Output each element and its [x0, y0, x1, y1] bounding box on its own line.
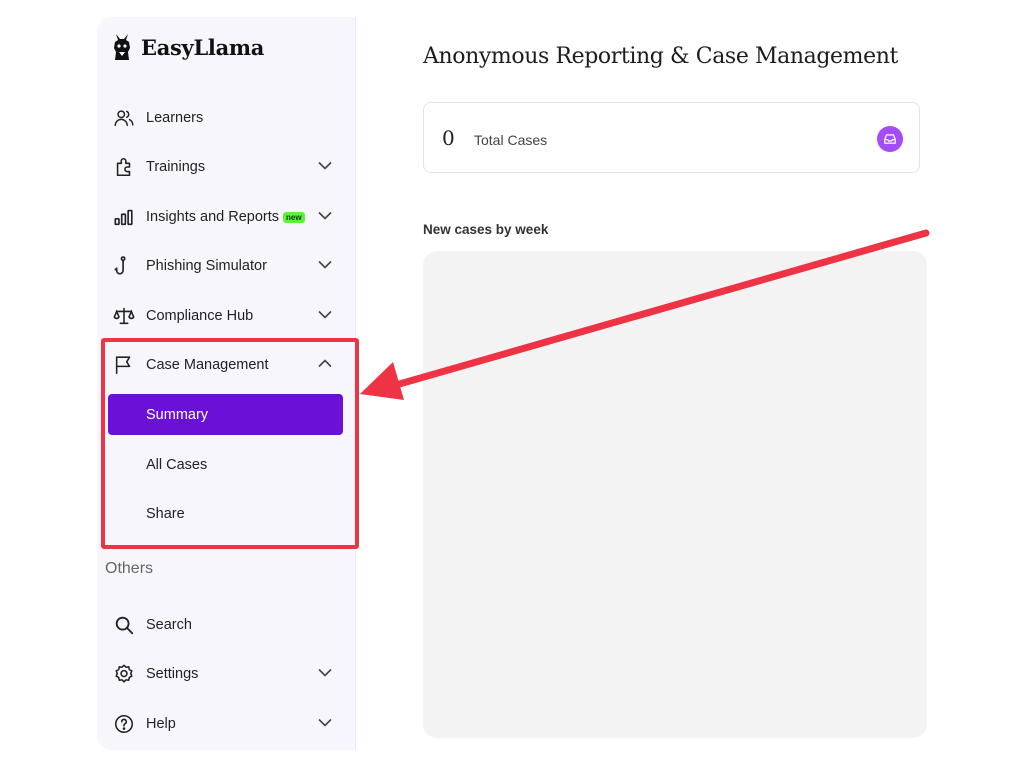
logo[interactable]: EasyLlama [111, 32, 264, 62]
chart-title: New cases by week [423, 222, 549, 237]
sidebar-subitem-label: Summary [146, 406, 209, 423]
sidebar-item-settings[interactable]: Settings [107, 654, 343, 694]
total-cases-label: Total Cases [474, 132, 548, 148]
users-icon [109, 107, 139, 129]
sidebar-subitem-label: Share [146, 505, 185, 522]
sidebar-item-help[interactable]: Help [107, 704, 343, 744]
sidebar-item-search[interactable]: Search [107, 605, 343, 645]
sidebar-subitem-summary[interactable]: Summary [108, 394, 343, 435]
sidebar-item-compliance-hub[interactable]: Compliance Hub [107, 296, 343, 336]
sidebar-item-label: Search [146, 617, 192, 633]
sidebar-item-label: Settings [146, 666, 199, 682]
new-cases-chart-placeholder [423, 251, 927, 738]
sidebar-item-label: Trainings [146, 159, 206, 175]
sidebar-item-label: Learners [146, 110, 204, 126]
sidebar: EasyLlama Learners Trainings Insights an… [97, 17, 356, 750]
total-cases-card: 0 Total Cases [423, 102, 920, 173]
sidebar-subitem-label: All Cases [146, 456, 208, 473]
others-section-label: Others [105, 560, 154, 577]
sidebar-item-phishing-simulator[interactable]: Phishing Simulator [107, 246, 343, 286]
sidebar-item-label: Help [146, 716, 176, 732]
chevron-up-icon [318, 359, 332, 368]
flag-icon [109, 354, 139, 376]
chevron-down-icon [318, 668, 332, 677]
sidebar-subitem-share[interactable]: Share [108, 493, 343, 534]
llama-logo-icon [111, 32, 133, 62]
chevron-down-icon [318, 260, 332, 269]
app-name: EasyLlama [141, 34, 265, 60]
page-title: Anonymous Reporting & Case Management [423, 44, 898, 69]
sidebar-item-case-management[interactable]: Case Management [107, 345, 343, 385]
chevron-down-icon [318, 161, 332, 170]
help-icon [109, 713, 139, 735]
sidebar-item-label: Insights and Reports new [146, 209, 305, 225]
total-cases-value: 0 [442, 126, 455, 150]
sidebar-subitem-all-cases[interactable]: All Cases [108, 444, 343, 485]
sidebar-item-label: Phishing Simulator [146, 258, 267, 274]
new-badge: new [283, 211, 305, 223]
gear-icon [109, 663, 139, 685]
sidebar-item-label-text: Insights and Reports [146, 209, 279, 225]
sidebar-item-learners[interactable]: Learners [107, 98, 343, 138]
search-icon [109, 614, 139, 636]
chevron-down-icon [318, 310, 332, 319]
bar-chart-icon [109, 206, 139, 228]
scale-icon [109, 305, 139, 327]
inbox-icon [877, 126, 903, 152]
chevron-down-icon [318, 211, 332, 220]
puzzle-icon [109, 156, 139, 178]
sidebar-item-insights-and-reports[interactable]: Insights and Reports new [107, 197, 343, 237]
sidebar-item-label: Case Management [146, 357, 269, 373]
sidebar-item-trainings[interactable]: Trainings [107, 147, 343, 187]
chevron-down-icon [318, 718, 332, 727]
hook-icon [109, 255, 139, 277]
sidebar-item-label: Compliance Hub [146, 308, 254, 324]
